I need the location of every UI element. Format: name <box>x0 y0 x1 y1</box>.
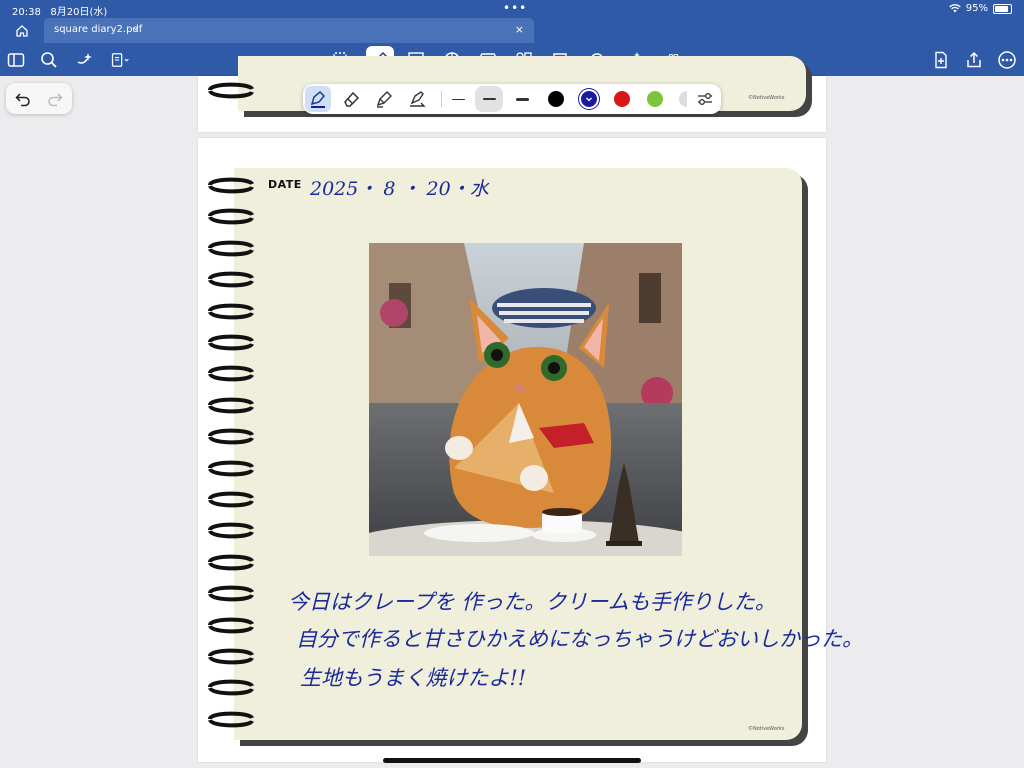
undo-button[interactable] <box>12 88 34 110</box>
spiral-ring-icon <box>208 523 254 539</box>
home-icon <box>16 25 28 37</box>
share-icon <box>967 51 981 67</box>
sparkle-icon <box>77 52 92 64</box>
toolbar-separator <box>441 91 442 107</box>
add-page-icon <box>935 51 947 68</box>
spiral-ring-icon <box>208 366 254 382</box>
shape-pen-button[interactable] <box>404 86 430 112</box>
redo-button[interactable] <box>44 88 66 110</box>
cat-crepe-photo[interactable] <box>369 243 682 556</box>
spiral-ring-icon <box>208 491 254 508</box>
status-bar: 20:38 8月20日(水) ••• 95% <box>0 0 1024 18</box>
date-handwriting: 2025・ 8 ・ 20・水 <box>310 178 489 200</box>
page-credit: ©NotiveWorks <box>748 726 785 732</box>
pen-settings-button[interactable] <box>692 86 718 112</box>
more-icon <box>998 50 1016 69</box>
highlighter-button[interactable] <box>371 86 397 112</box>
stroke-thick[interactable] <box>508 86 536 112</box>
battery-icon <box>993 3 1012 14</box>
color-swatch[interactable] <box>548 91 564 107</box>
document-tab[interactable]: square diary2.pdf ⌄ × <box>44 18 534 43</box>
spiral-ring-icon <box>208 554 254 571</box>
add-page-button[interactable] <box>927 46 955 73</box>
fountain-pen-icon <box>310 90 326 108</box>
diary-page[interactable]: DATE 2025・ 8 ・ 20・水 今日はクレープを 作った。クリームも手作… <box>198 138 863 762</box>
wifi-icon <box>949 4 961 13</box>
chevron-down-icon <box>586 97 592 102</box>
spiral-ring-icon <box>208 177 254 194</box>
spiral-ring-icon <box>208 240 254 257</box>
chevron-down-icon[interactable]: ⌄ <box>132 23 140 33</box>
spiral-ring-icon <box>208 680 254 696</box>
spiral-ring-icon <box>208 82 254 99</box>
stroke-thin[interactable] <box>444 86 472 112</box>
date-label: DATE <box>268 178 302 191</box>
multitasking-dots[interactable]: ••• <box>503 1 527 15</box>
close-tab-button[interactable]: × <box>515 23 524 36</box>
ai-button[interactable] <box>70 46 98 73</box>
color-swatch[interactable] <box>581 91 597 107</box>
page-credit: ©NotiveWorks <box>748 95 785 101</box>
more-button[interactable] <box>993 46 1021 73</box>
undo-redo-group <box>6 83 72 114</box>
search-button[interactable] <box>35 46 63 73</box>
highlighter-icon <box>376 91 392 108</box>
share-button[interactable] <box>960 46 988 73</box>
spiral-ring-icon <box>208 617 254 633</box>
shape-pen-icon <box>410 91 426 107</box>
spiral-ring-icon <box>208 397 254 414</box>
home-button[interactable] <box>10 20 34 42</box>
home-indicator[interactable] <box>383 758 641 763</box>
fountain-pen-button[interactable] <box>305 86 331 112</box>
spiral-ring-icon <box>208 334 254 351</box>
spiral-ring-icon <box>208 648 254 665</box>
spiral-ring-icon <box>208 209 254 225</box>
spiral-ring-icon <box>208 271 254 288</box>
sidebar-button[interactable] <box>2 46 30 73</box>
spiral-ring-icon <box>208 585 254 602</box>
color-swatch[interactable] <box>647 91 663 107</box>
sliders-icon <box>698 93 712 105</box>
spiral-ring-icon <box>208 460 254 476</box>
diary-paper: DATE 2025・ 8 ・ 20・水 今日はクレープを 作った。クリームも手作… <box>234 168 863 740</box>
color-swatch[interactable] <box>614 91 630 107</box>
status-time: 20:38 8月20日(水) <box>12 7 108 18</box>
search-icon <box>41 51 57 68</box>
pen-toolbar <box>303 84 721 114</box>
battery-percent: 95% <box>965 3 988 14</box>
document-settings-button[interactable] <box>104 46 136 73</box>
document-tab-title: square diary2.pdf <box>54 24 143 35</box>
undo-icon <box>15 93 30 107</box>
tab-bar: square diary2.pdf ⌄ × <box>0 18 1024 43</box>
spiral-ring-icon <box>208 711 254 728</box>
redo-icon <box>48 93 63 107</box>
spiral-ring-icon <box>208 428 254 445</box>
status-right: 95% <box>949 3 1012 14</box>
sidebar-icon <box>7 52 25 67</box>
color-scroll-hint <box>679 91 687 107</box>
stroke-medium[interactable] <box>475 86 503 112</box>
diary-line-1: 今日はクレープを 作った。クリームも手作りした。 <box>288 590 776 614</box>
diary-line-3: 生地もうまく焼けたよ!! <box>300 666 527 690</box>
spiral-ring-icon <box>208 303 254 319</box>
diary-line-2: 自分で作ると甘さひかえめになっちゃうけどおいしかった。 <box>296 627 863 651</box>
eraser-icon <box>344 91 360 107</box>
document-settings-icon <box>111 52 129 67</box>
eraser-button[interactable] <box>338 86 364 112</box>
